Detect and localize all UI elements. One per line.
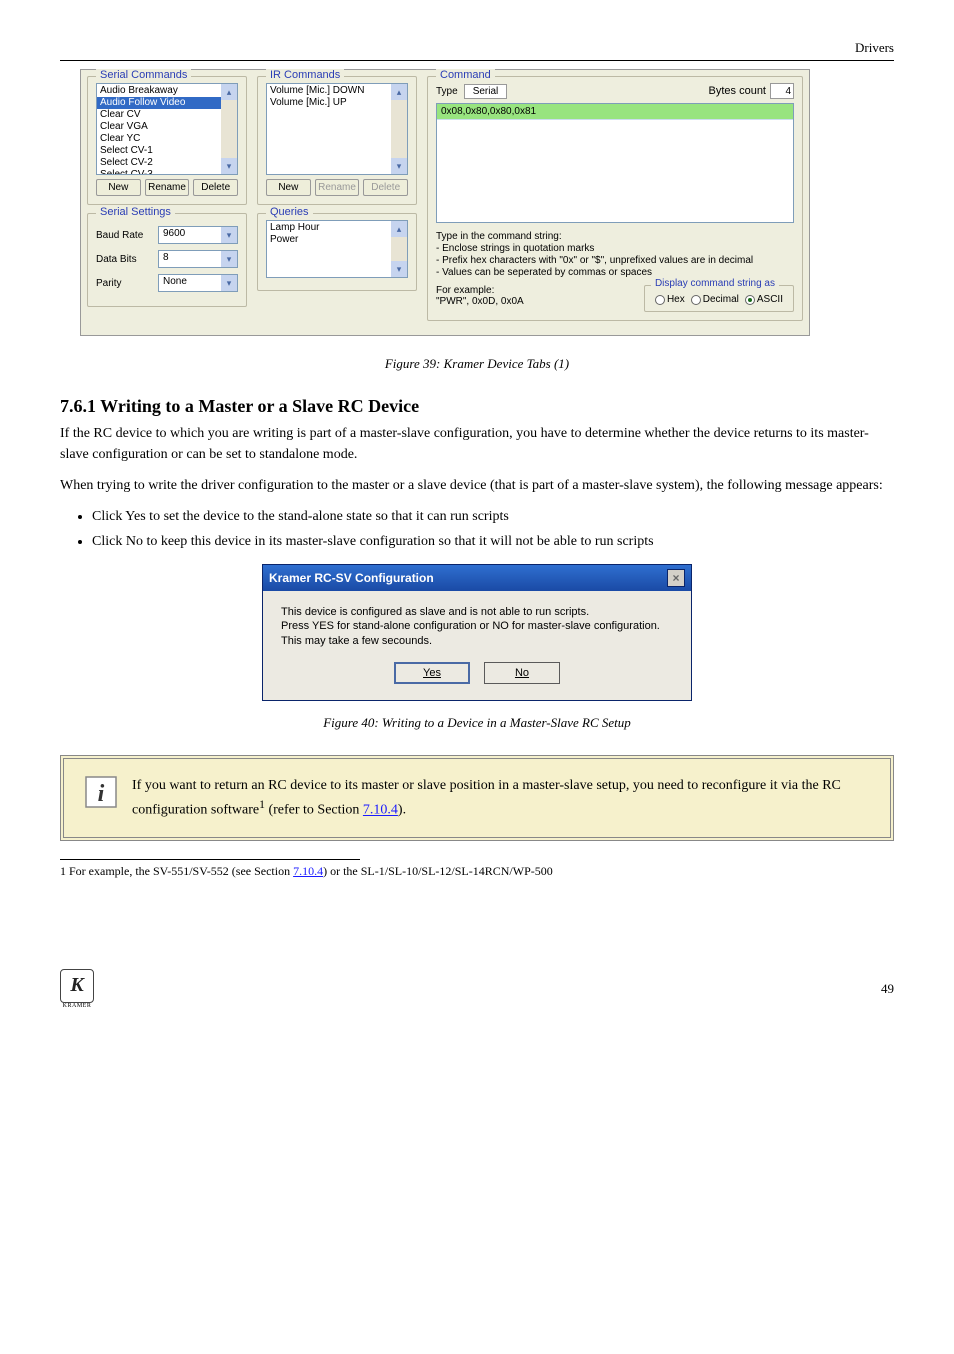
command-type-label: Type	[436, 86, 458, 97]
baud-rate-value: 9600	[163, 228, 185, 239]
dialog-titlebar: Kramer RC-SV Configuration ×	[263, 565, 691, 591]
legend-command: Command	[436, 69, 495, 81]
page-number: 49	[881, 981, 894, 997]
command-example: For example: "PWR", 0x0D, 0x0A	[436, 285, 644, 312]
dialog-title: Kramer RC-SV Configuration	[269, 571, 434, 585]
list-queries[interactable]: Lamp Hour Power ▴ ▾	[266, 220, 408, 278]
scroll-up-icon[interactable]: ▴	[221, 84, 237, 100]
list-item[interactable]: Clear YC	[97, 133, 237, 145]
list-item[interactable]: Select CV-1	[97, 145, 237, 157]
bullet-item: Click Yes to set the device to the stand…	[92, 506, 894, 527]
radio-ascii[interactable]: ASCII	[745, 294, 783, 305]
list-item[interactable]: Audio Breakaway	[97, 85, 237, 97]
info-icon: i	[84, 775, 118, 809]
command-type-value: Serial	[464, 84, 508, 99]
logo: K KRAMER	[60, 969, 94, 1009]
parity-combo[interactable]: None ▾	[158, 274, 238, 292]
bullet-item: Click No to keep this device in its mast…	[92, 531, 894, 552]
footnote-rule	[60, 859, 360, 860]
page-header-right: Drivers	[60, 40, 894, 56]
scroll-down-icon[interactable]: ▾	[221, 158, 237, 174]
app-screenshot-drivers: Serial Commands Audio Breakaway Audio Fo…	[80, 69, 810, 336]
scrollbar[interactable]: ▴ ▾	[391, 84, 407, 174]
paragraph-1: If the RC device to which you are writin…	[60, 423, 894, 465]
group-serial-commands: Serial Commands Audio Breakaway Audio Fo…	[87, 76, 247, 205]
paragraph-2: When trying to write the driver configur…	[60, 475, 894, 496]
ir-rename-button[interactable]: Rename	[315, 179, 360, 196]
parity-value: None	[163, 276, 187, 287]
scroll-down-icon[interactable]: ▾	[391, 261, 407, 277]
figure-40-caption: Figure 40: Writing to a Device in a Mast…	[60, 715, 894, 731]
group-ir-commands: IR Commands Volume [Mic.] DOWN Volume [M…	[257, 76, 417, 205]
dialog-body: This device is configured as slave and i…	[263, 591, 691, 700]
scroll-up-icon[interactable]: ▴	[391, 84, 407, 100]
svg-text:i: i	[98, 781, 105, 807]
display-format-legend: Display command string as	[651, 278, 779, 289]
legend-serial-commands: Serial Commands	[96, 69, 191, 81]
section-heading: 7.6.1 Writing to a Master or a Slave RC …	[60, 396, 894, 417]
baud-rate-combo[interactable]: 9600 ▾	[158, 226, 238, 244]
group-command: Command Type Serial Bytes count 0x08,0x8…	[427, 76, 803, 321]
ir-new-button[interactable]: New	[266, 179, 311, 196]
serial-new-button[interactable]: New	[96, 179, 141, 196]
radio-decimal[interactable]: Decimal	[691, 294, 739, 305]
serial-rename-button[interactable]: Rename	[145, 179, 190, 196]
bullet-list: Click Yes to set the device to the stand…	[92, 506, 894, 552]
command-text-area[interactable]: 0x08,0x80,0x80,0x81	[436, 103, 794, 223]
list-item[interactable]: Clear CV	[97, 109, 237, 121]
legend-serial-settings: Serial Settings	[96, 206, 175, 218]
ir-delete-button[interactable]: Delete	[363, 179, 408, 196]
dialog-no-button[interactable]: No	[484, 662, 560, 684]
command-help-text: Type in the command string: - Enclose st…	[436, 231, 794, 279]
radio-hex[interactable]: Hex	[655, 294, 685, 305]
note-box: i If you want to return an RC device to …	[60, 755, 894, 841]
chevron-down-icon[interactable]: ▾	[221, 275, 237, 291]
group-queries: Queries Lamp Hour Power ▴ ▾	[257, 213, 417, 291]
baud-rate-label: Baud Rate	[96, 230, 152, 241]
dialog-yes-button[interactable]: Yes	[394, 662, 470, 684]
list-item[interactable]: Clear VGA	[97, 121, 237, 133]
list-ir-commands[interactable]: Volume [Mic.] DOWN Volume [Mic.] UP ▴ ▾	[266, 83, 408, 175]
list-item[interactable]: Select CV-2	[97, 157, 237, 169]
scroll-up-icon[interactable]: ▴	[391, 221, 407, 237]
display-format-group: Display command string as Hex Decimal AS…	[644, 285, 794, 312]
parity-label: Parity	[96, 278, 152, 289]
chevron-down-icon[interactable]: ▾	[221, 227, 237, 243]
list-serial-commands[interactable]: Audio Breakaway Audio Follow Video Clear…	[96, 83, 238, 175]
list-item[interactable]: Lamp Hour	[267, 222, 407, 234]
scroll-down-icon[interactable]: ▾	[391, 158, 407, 174]
note-text: If you want to return an RC device to it…	[132, 775, 870, 821]
list-item[interactable]: Power	[267, 234, 407, 246]
section-link[interactable]: 7.10.4	[293, 864, 323, 878]
bytes-count-input[interactable]	[770, 83, 794, 99]
bytes-count-label: Bytes count	[709, 85, 766, 97]
scrollbar[interactable]: ▴ ▾	[391, 221, 407, 277]
page-footer: K KRAMER 49	[60, 969, 894, 1009]
command-string: 0x08,0x80,0x80,0x81	[437, 104, 793, 120]
list-item[interactable]: Volume [Mic.] UP	[267, 97, 407, 109]
group-serial-settings: Serial Settings Baud Rate 9600 ▾ Data Bi…	[87, 213, 247, 307]
section-link[interactable]: 7.10.4	[363, 803, 398, 818]
footnote: 1 For example, the SV-551/SV-552 (see Se…	[60, 864, 894, 879]
list-item[interactable]: Audio Follow Video	[97, 97, 237, 109]
figure-39-caption: Figure 39: Kramer Device Tabs (1)	[60, 356, 894, 372]
list-item[interactable]: Volume [Mic.] DOWN	[267, 85, 407, 97]
close-icon[interactable]: ×	[667, 569, 685, 587]
legend-queries: Queries	[266, 206, 313, 218]
scrollbar[interactable]: ▴ ▾	[221, 84, 237, 174]
header-rule	[60, 60, 894, 61]
serial-delete-button[interactable]: Delete	[193, 179, 238, 196]
config-dialog: Kramer RC-SV Configuration × This device…	[262, 564, 692, 701]
data-bits-value: 8	[163, 252, 169, 263]
data-bits-label: Data Bits	[96, 254, 152, 265]
legend-ir-commands: IR Commands	[266, 69, 344, 81]
chevron-down-icon[interactable]: ▾	[221, 251, 237, 267]
data-bits-combo[interactable]: 8 ▾	[158, 250, 238, 268]
list-item[interactable]: Select CV-3	[97, 169, 237, 175]
